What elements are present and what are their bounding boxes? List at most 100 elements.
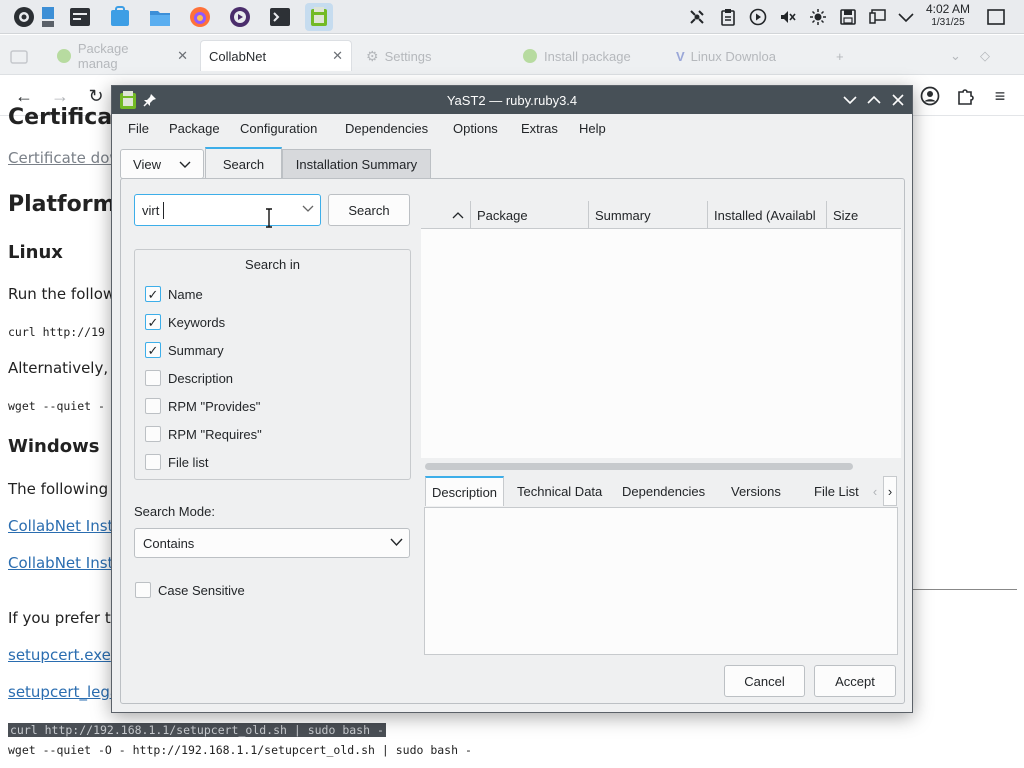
sort-chevron-up-icon[interactable] <box>421 201 471 229</box>
setupcert-legacy-link[interactable]: setupcert_lega <box>8 683 119 701</box>
clipboard-icon[interactable] <box>716 5 740 29</box>
checkbox-checked[interactable]: ✓ <box>145 342 161 358</box>
checkbox-summary[interactable]: ✓ Summary <box>145 342 224 358</box>
heading-platform: Platform- <box>8 192 125 217</box>
menu-configuration[interactable]: Configuration <box>240 121 317 136</box>
chevron-down-icon[interactable] <box>302 202 314 216</box>
tab-search[interactable]: Search <box>205 147 282 179</box>
app-launcher-icon[interactable] <box>10 3 38 31</box>
tab-installation-summary[interactable]: Installation Summary <box>282 149 431 179</box>
clock[interactable]: 4:02 AM 1/31/25 <box>920 3 976 29</box>
search-input[interactable]: virt <box>134 194 321 226</box>
browser-tab-package-manager[interactable]: Package manag ✕ <box>48 41 196 71</box>
display-icon[interactable] <box>866 5 890 29</box>
show-desktop-icon[interactable] <box>38 3 58 31</box>
firefox-icon[interactable] <box>186 3 214 31</box>
maximize-icon[interactable] <box>864 90 884 110</box>
chevron-up-icon[interactable] <box>894 5 918 29</box>
browser-tab-install-package[interactable]: Install package <box>514 41 664 71</box>
checkbox-unchecked[interactable] <box>135 582 151 598</box>
code-curl-partial: curl http://19 <box>8 325 105 339</box>
cert-download-link[interactable]: Certificate dow <box>8 149 122 167</box>
menu-dependencies[interactable]: Dependencies <box>345 121 428 136</box>
checkbox-checked[interactable]: ✓ <box>145 286 161 302</box>
tab-versions[interactable]: Versions <box>731 476 781 506</box>
paragraph-following: The following c <box>8 480 122 498</box>
heading-linux: Linux <box>8 242 63 263</box>
menu-options[interactable]: Options <box>453 121 498 136</box>
tab-overview-icon[interactable] <box>2 41 40 71</box>
hamburger-menu-icon[interactable]: ≡ <box>988 84 1012 108</box>
divider <box>912 589 1017 590</box>
close-tab-icon[interactable]: ✕ <box>332 48 343 64</box>
cancel-button[interactable]: Cancel <box>724 665 805 697</box>
checkbox-unchecked[interactable] <box>145 426 161 442</box>
browser-tab-settings[interactable]: ⚙ Settings <box>358 41 508 71</box>
system-monitor-icon[interactable] <box>66 3 94 31</box>
code-wget: wget --quiet -O - http://192.168.1.1/set… <box>8 743 472 757</box>
search-mode-select[interactable]: Contains <box>134 528 410 558</box>
column-size[interactable]: Size <box>827 201 901 229</box>
search-in-group: Search in ✓ Name ✓ Keywords ✓ Summary De… <box>134 249 411 480</box>
menu-help[interactable]: Help <box>579 121 606 136</box>
browser-tab-label: Linux Downloa <box>690 48 776 64</box>
checkbox-rpm-requires[interactable]: RPM "Requires" <box>145 426 262 442</box>
terminal-icon[interactable] <box>266 3 294 31</box>
network-icon[interactable] <box>685 5 709 29</box>
account-icon[interactable] <box>918 84 942 108</box>
view-dropdown[interactable]: View <box>120 149 204 179</box>
tab-technical-data[interactable]: Technical Data <box>517 476 602 506</box>
peek-desktop-icon[interactable] <box>984 5 1008 29</box>
close-tab-icon[interactable]: ✕ <box>177 48 188 64</box>
dialog-titlebar[interactable]: YaST2 — ruby.ruby3.4 <box>112 86 912 114</box>
checkbox-unchecked[interactable] <box>145 370 161 386</box>
column-summary[interactable]: Summary <box>589 201 708 229</box>
chevron-right-icon[interactable]: › <box>883 476 897 506</box>
browser-tab-linux-download[interactable]: V Linux Downloa <box>668 41 818 71</box>
checkbox-file-list[interactable]: File list <box>145 454 208 470</box>
checkbox-name[interactable]: ✓ Name <box>145 286 203 302</box>
chevron-left-icon[interactable]: ‹ <box>869 476 881 506</box>
tab-file-list[interactable]: File List <box>814 476 859 506</box>
checkbox-unchecked[interactable] <box>145 454 161 470</box>
checkbox-case-sensitive[interactable]: Case Sensitive <box>135 582 245 598</box>
collabnet-installer-link-2[interactable]: CollabNet Insta <box>8 554 123 572</box>
package-table[interactable]: Package Summary Installed (Availabl Size <box>421 201 901 458</box>
media-play-icon[interactable] <box>746 5 770 29</box>
discover-store-icon[interactable] <box>106 3 134 31</box>
checkbox-keywords[interactable]: ✓ Keywords <box>145 314 225 330</box>
checkbox-checked[interactable]: ✓ <box>145 314 161 330</box>
media-player-icon[interactable] <box>226 3 254 31</box>
search-mode-label: Search Mode: <box>134 504 215 519</box>
column-installed[interactable]: Installed (Availabl <box>708 201 827 229</box>
new-tab-icon[interactable]: + <box>828 41 854 71</box>
browser-tab-collabnet[interactable]: CollabNet ✕ <box>200 40 352 71</box>
checkbox-label: File list <box>168 454 209 470</box>
close-icon[interactable] <box>888 90 908 110</box>
setupcert-exe-link[interactable]: setupcert.exe <box>8 646 111 664</box>
checkbox-rpm-provides[interactable]: RPM "Provides" <box>145 398 260 414</box>
volume-muted-icon[interactable] <box>776 5 800 29</box>
puzzle-extensions-icon[interactable] <box>953 84 977 108</box>
collabnet-installer-link-1[interactable]: CollabNet Insta <box>8 517 123 535</box>
chevron-down-icon[interactable]: ⌄ <box>942 41 962 71</box>
yast-icon[interactable] <box>305 3 333 31</box>
menu-extras[interactable]: Extras <box>521 121 558 136</box>
file-manager-icon[interactable] <box>146 3 174 31</box>
tab-dependencies[interactable]: Dependencies <box>622 476 705 506</box>
save-status-icon[interactable] <box>836 5 860 29</box>
minimize-icon[interactable] <box>840 90 860 110</box>
horizontal-scrollbar[interactable] <box>425 463 853 470</box>
column-package[interactable]: Package <box>471 201 589 229</box>
brightness-icon[interactable] <box>806 5 830 29</box>
menu-package[interactable]: Package <box>169 121 220 136</box>
dialog-title: YaST2 — ruby.ruby3.4 <box>446 93 578 108</box>
checkbox-label: Case Sensitive <box>158 582 245 598</box>
checkbox-description[interactable]: Description <box>145 370 233 386</box>
search-button[interactable]: Search <box>328 194 410 226</box>
menu-file[interactable]: File <box>128 121 149 136</box>
checkbox-unchecked[interactable] <box>145 398 161 414</box>
accept-button[interactable]: Accept <box>814 665 896 697</box>
extensions-icon[interactable]: ◇ <box>972 41 992 71</box>
tab-description[interactable]: Description <box>425 476 505 506</box>
